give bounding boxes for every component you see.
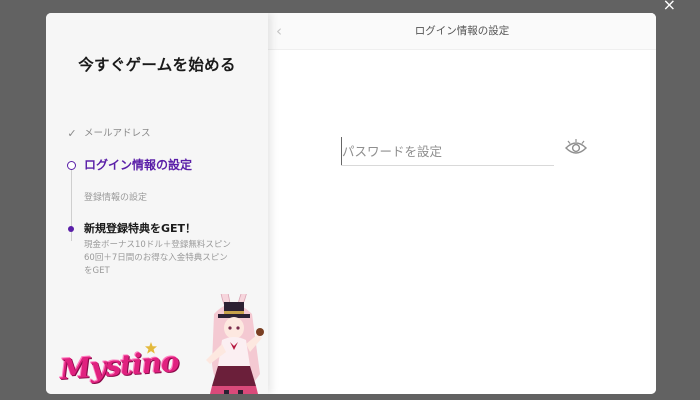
bonus-description-line: 60回＋7日間のお得な入金特典スピン <box>84 253 228 263</box>
login-info-panel: ‹ ログイン情報の設定 <box>268 13 656 394</box>
bonus-description-line: をGET <box>84 266 110 276</box>
step-label: ログイン情報の設定 <box>84 158 193 172</box>
active-step-circle-icon <box>66 158 78 172</box>
step-label: メールアドレス <box>84 128 151 139</box>
page-title: ログイン情報の設定 <box>414 25 510 37</box>
bonus-description-line: 現金ボーナス10ドル＋登録無料スピン <box>84 240 231 250</box>
panel-header: ‹ ログイン情報の設定 <box>268 13 656 50</box>
step-registration-info: 登録情報の設定 <box>66 191 147 205</box>
step-email: ✓ メールアドレス <box>66 127 151 141</box>
panel-title: 今すぐゲームを始める <box>78 56 236 74</box>
brand-area: Mystino <box>46 294 268 394</box>
pending-step-marker <box>66 191 78 205</box>
checkmark-icon: ✓ <box>67 127 77 140</box>
step-label: 登録情報の設定 <box>84 193 148 203</box>
signup-modal: 今すぐゲームを始める ✓ メールアドレス ログイン情報の設定 登録情報の設定 新… <box>46 13 656 394</box>
step-login-info: ログイン情報の設定 <box>66 158 192 172</box>
bonus-description: 現金ボーナス10ドル＋登録無料スピン 60回＋7日間のお得な入金特典スピン をG… <box>84 239 254 278</box>
password-field-wrapper <box>341 137 554 166</box>
close-button[interactable]: × <box>663 0 676 13</box>
step-label: 新規登録特典をGET！ <box>84 222 197 235</box>
eye-icon[interactable] <box>564 138 588 158</box>
step-bonus: 新規登録特典をGET！ <box>66 222 196 236</box>
password-input[interactable] <box>341 137 554 165</box>
bonus-step-dot-icon <box>66 222 78 236</box>
signup-steps-panel: 今すぐゲームを始める ✓ メールアドレス ログイン情報の設定 登録情報の設定 新… <box>46 13 268 394</box>
